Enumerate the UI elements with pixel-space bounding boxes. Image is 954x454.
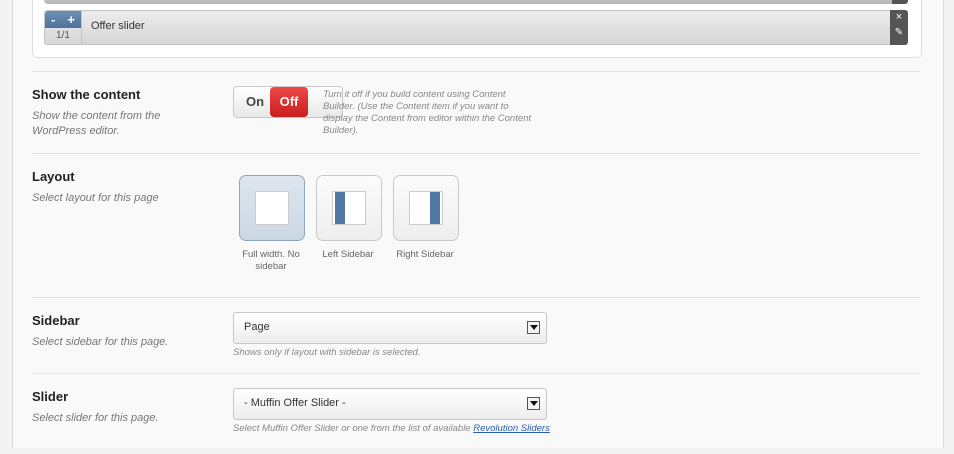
close-icon[interactable]: ×: [890, 11, 908, 23]
item-size-control: - + 1/1: [45, 11, 82, 44]
slider-select[interactable]: - Muffin Offer Slider -: [233, 388, 547, 420]
toggle-off-label[interactable]: Off: [270, 87, 308, 117]
layout-option-full-width[interactable]: [239, 175, 305, 241]
slider-select-value: - Muffin Offer Slider -: [244, 397, 346, 409]
previous-item-bar[interactable]: [44, 0, 908, 4]
layout-caption-right-sidebar: Right Sidebar: [396, 249, 454, 260]
sidebar-select-value: Page: [244, 321, 270, 333]
show-content-note: Turn it off if you build content using C…: [323, 89, 532, 136]
slider-desc: Select slider for this page.: [32, 412, 159, 424]
builder-item-offer-slider[interactable]: - + 1/1 Offer slider: [44, 10, 892, 45]
right-sidebar-layout-icon: [409, 191, 443, 225]
sidebar-select[interactable]: Page: [233, 312, 547, 344]
full-width-layout-icon: [255, 191, 289, 225]
chevron-down-icon[interactable]: [527, 397, 540, 410]
sidebar-desc: Select sidebar for this page.: [32, 336, 169, 348]
edit-icon[interactable]: ✎: [890, 27, 908, 38]
show-content-label: Show the content: [32, 87, 141, 102]
sidebar-note: Shows only if layout with sidebar is sel…: [233, 347, 421, 358]
show-content-section: Show the content Show the content from t…: [32, 71, 920, 154]
slider-section: Slider Select slider for this page. - Mu…: [32, 373, 920, 454]
size-buttons: - +: [45, 11, 81, 28]
size-increase-button[interactable]: +: [67, 12, 75, 27]
slider-note-text: Select Muffin Offer Slider or one from t…: [233, 423, 474, 434]
sidebar-section: Sidebar Select sidebar for this page. Pa…: [32, 297, 920, 374]
previous-item-tools[interactable]: [892, 0, 908, 4]
size-decrease-button[interactable]: -: [51, 12, 55, 27]
chevron-down-icon[interactable]: [527, 321, 540, 334]
builder-item-tools: × ✎: [890, 10, 908, 45]
sidebar-label: Sidebar: [32, 313, 80, 328]
layout-section: Layout Select layout for this page Full …: [32, 153, 920, 298]
left-sidebar-layout-icon: [332, 191, 366, 225]
layout-caption-left-sidebar: Left Sidebar: [322, 249, 374, 260]
layout-label: Layout: [32, 169, 75, 184]
show-content-desc: Show the content from the WordPress edit…: [32, 110, 161, 137]
layout-option-left-sidebar[interactable]: [316, 175, 382, 241]
item-size-label: 1/1: [56, 30, 70, 41]
layout-option-right-sidebar[interactable]: [393, 175, 459, 241]
layout-desc: Select layout for this page: [32, 192, 159, 204]
slider-label: Slider: [32, 389, 69, 404]
layout-caption-full-width: Full width. No sidebar: [242, 249, 300, 272]
builder-item-title: Offer slider: [91, 20, 145, 32]
slider-note: Select Muffin Offer Slider or one from t…: [233, 423, 553, 435]
revolution-sliders-link[interactable]: Revolution Sliders: [473, 423, 550, 434]
